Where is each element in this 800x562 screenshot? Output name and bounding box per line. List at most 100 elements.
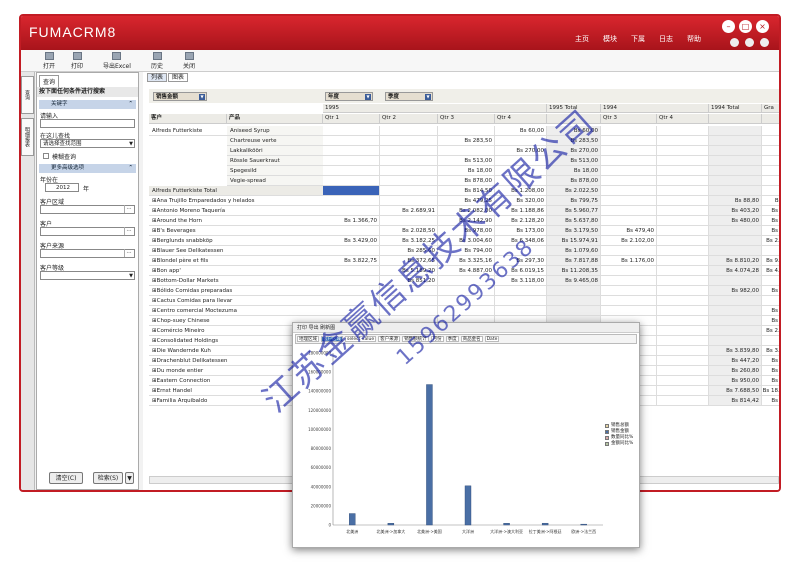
field-quarter[interactable]: 季度 ▼ xyxy=(385,92,433,101)
search-in-select[interactable]: 请选择查找范围 xyxy=(40,139,135,148)
field-sales-amount[interactable]: 销售金额 ▼ xyxy=(153,92,207,101)
tab-list[interactable]: 列表 xyxy=(147,73,168,82)
table-cell xyxy=(657,126,709,136)
year-header[interactable]: 1994 xyxy=(601,104,709,113)
table-cell: Bs 5.637,80 xyxy=(547,216,601,226)
quarter-header[interactable] xyxy=(709,114,762,124)
section-more[interactable]: 更多高级选项 ⌃ xyxy=(39,164,136,173)
print-button[interactable]: 打印 xyxy=(71,52,83,70)
row-customer[interactable]: ⊞Berglunds snabbköp xyxy=(149,236,323,246)
x-tick-label: 拉丁美洲->阿根廷 xyxy=(529,528,562,534)
keyword-input[interactable] xyxy=(40,119,135,128)
customer-input[interactable] xyxy=(40,227,135,236)
row-customer[interactable]: ⊞Cactus Comidas para llevar xyxy=(149,296,323,306)
row-customer[interactable]: Alfreds Futterkiste Total xyxy=(149,186,323,196)
year-header[interactable]: 1995 xyxy=(323,104,547,113)
table-cell xyxy=(657,326,709,336)
table-cell xyxy=(762,186,779,196)
level-select[interactable] xyxy=(40,271,135,280)
close-button[interactable]: 关闭 xyxy=(183,52,195,70)
row-customer[interactable]: ⊞Around the Horn xyxy=(149,216,323,226)
section-keyword[interactable]: 关键字 ⌃ xyxy=(39,100,136,109)
dot-icon[interactable] xyxy=(730,38,739,47)
table-cell: Bs 11.208,35 xyxy=(547,266,601,276)
table-cell xyxy=(709,276,762,286)
quarter-header[interactable]: Qtr 4 xyxy=(495,114,547,124)
dropdown-icon: ▼ xyxy=(425,94,431,100)
filter-tab[interactable]: 季度 xyxy=(445,336,459,342)
minimize-icon[interactable]: – xyxy=(722,20,735,33)
table-cell: Bs 1.176,00 xyxy=(601,256,657,266)
nav-modules[interactable]: 模块 xyxy=(603,34,617,44)
clear-button[interactable]: 清空(C) xyxy=(49,472,83,484)
close-icon[interactable]: × xyxy=(756,20,769,33)
nav-help[interactable]: 帮助 xyxy=(687,34,701,44)
source-input[interactable] xyxy=(40,249,135,258)
search-button[interactable]: 检索(S) xyxy=(93,472,123,484)
row-customer[interactable]: ⊞Centro comercial Moctezuma xyxy=(149,306,323,316)
column-header-customer[interactable]: 客户 xyxy=(149,114,227,124)
table-cell xyxy=(657,306,709,316)
export-excel-button[interactable]: 导出Excel xyxy=(103,52,131,70)
filter-tab[interactable]: Date xyxy=(484,336,500,342)
table-cell xyxy=(762,146,779,156)
history-button[interactable]: 历史 xyxy=(151,52,163,70)
x-tick-label: 大洋洲->澳大利亚 xyxy=(490,528,523,534)
table-cell xyxy=(709,156,762,166)
row-customer[interactable]: ⊞Antonio Moreno Taquería xyxy=(149,206,323,216)
chart-bar xyxy=(503,523,510,526)
table-cell xyxy=(657,266,709,276)
table-cell xyxy=(657,296,709,306)
search-dropdown-icon[interactable]: ▼ xyxy=(125,472,134,484)
table-cell xyxy=(709,226,762,236)
x-tick-label: 北美洲 xyxy=(346,528,358,534)
filter-tab[interactable]: 客户来源 xyxy=(378,336,401,342)
table-cell xyxy=(709,146,762,156)
table-cell xyxy=(657,346,709,356)
table-cell xyxy=(601,136,657,146)
quarter-header[interactable] xyxy=(762,114,779,124)
dot-icon[interactable] xyxy=(745,38,754,47)
maximize-icon[interactable]: □ xyxy=(739,20,752,33)
top-nav: 主页 模块 下属 日志 帮助 xyxy=(575,34,701,44)
row-customer[interactable]: ⊞Ana Trujillo Emparedados y helados xyxy=(149,196,323,206)
table-cell xyxy=(709,296,762,306)
filter-tab[interactable]: 商品金名 xyxy=(460,336,483,342)
table-cell: Bs 513,00 xyxy=(438,156,495,166)
table-cell xyxy=(657,396,709,406)
row-customer[interactable]: ⊞Bólido Comidas preparadas xyxy=(149,286,323,296)
quarter-header[interactable]: Qtr 3 xyxy=(601,114,657,124)
year-stepper[interactable]: 2012 xyxy=(45,183,79,192)
dot-icon[interactable] xyxy=(760,38,769,47)
row-customer[interactable]: Alfreds Futterkiste xyxy=(149,126,227,136)
column-header-product[interactable]: 产品 xyxy=(227,114,323,124)
row-customer[interactable]: ⊞Blauer See Delikatessen xyxy=(149,246,323,256)
table-cell xyxy=(601,186,657,196)
quarter-header[interactable]: Qtr 3 xyxy=(438,114,495,124)
vtab-report[interactable]: 明细报表 xyxy=(21,118,34,156)
nav-subordinates[interactable]: 下属 xyxy=(631,34,645,44)
table-cell xyxy=(601,216,657,226)
row-customer[interactable]: ⊞Blondel père et fils xyxy=(149,256,323,266)
row-customer[interactable]: ⊞Bottom-Dollar Markets xyxy=(149,276,323,286)
row-customer[interactable]: ⊞Bon app' xyxy=(149,266,323,276)
nav-log[interactable]: 日志 xyxy=(659,34,673,44)
quarter-header[interactable]: Qtr 4 xyxy=(657,114,709,124)
table-cell: Bs 403,20 xyxy=(709,206,762,216)
table-cell xyxy=(657,286,709,296)
region-input[interactable] xyxy=(40,205,135,214)
nav-home[interactable]: 主页 xyxy=(575,34,589,44)
y-tick-label: 80000000 xyxy=(311,446,332,451)
fuzzy-checkbox[interactable] xyxy=(43,153,49,159)
x-tick-label: 北美洲->美国 xyxy=(417,528,442,534)
table-cell xyxy=(709,176,762,186)
bar-chart: 0 20000000 40000000 60000000 80000000 1000000… xyxy=(308,351,603,534)
tab-chart[interactable]: 图表 xyxy=(168,73,189,82)
table-cell: Bs 2.102,00 xyxy=(762,236,779,246)
open-button[interactable]: 打开 xyxy=(43,52,55,70)
quarter-header[interactable]: Qtr 1 xyxy=(323,114,380,124)
field-year[interactable]: 年度 ▼ xyxy=(325,92,373,101)
vtab-query[interactable]: 查询 xyxy=(21,76,34,114)
quarter-header[interactable]: Qtr 2 xyxy=(380,114,438,124)
row-customer[interactable]: ⊞B's Beverages xyxy=(149,226,323,236)
